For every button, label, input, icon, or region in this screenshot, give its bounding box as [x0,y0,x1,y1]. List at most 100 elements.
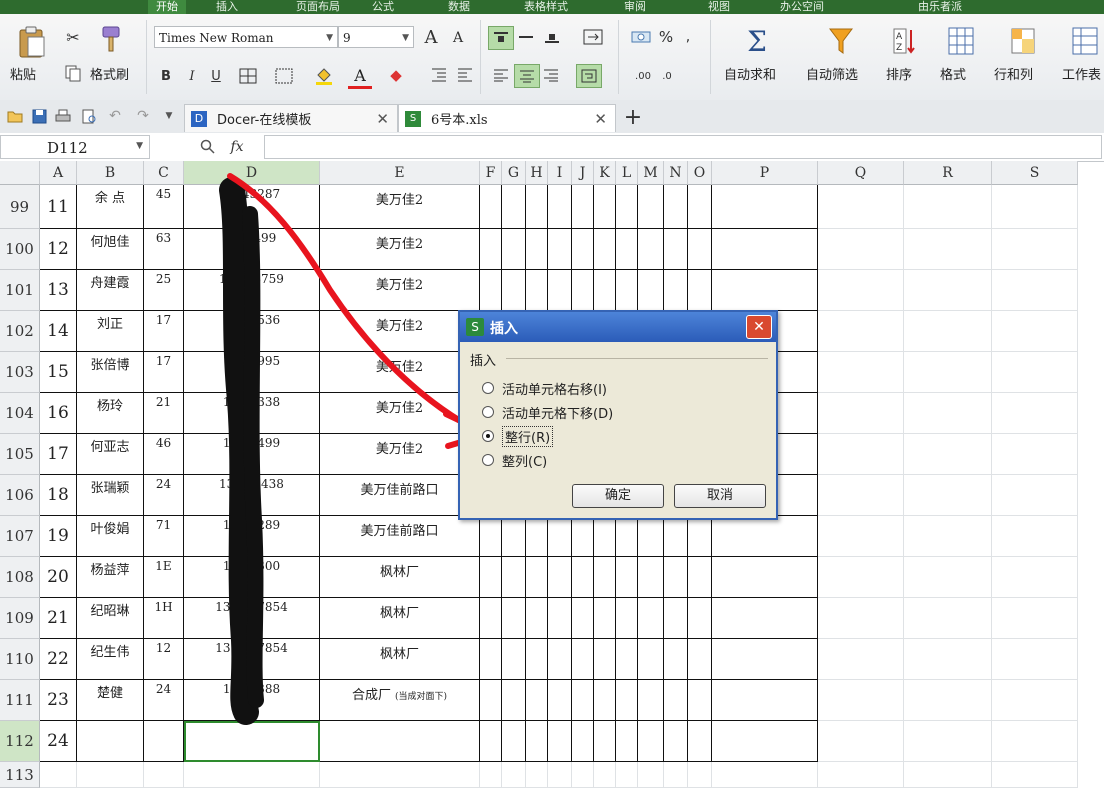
cell-D107[interactable]: 136 2289 [184,516,320,557]
sort-label[interactable]: 排序 [886,64,912,83]
cell-J108[interactable] [572,557,594,598]
cell-Q107[interactable] [818,516,904,557]
cell-D100[interactable]: 13 5499 [184,229,320,270]
radio-button[interactable] [482,454,494,466]
cell-B112[interactable] [77,721,144,762]
cell-F107[interactable] [480,516,502,557]
cell-L110[interactable] [616,639,638,680]
cell-B107[interactable]: 叶俊娟 [77,516,144,557]
fx-button[interactable]: fx [224,137,250,157]
cell-C111[interactable]: 24 [144,680,184,721]
cell-G100[interactable] [502,229,526,270]
cell-S106[interactable] [992,475,1078,516]
worksheet-label[interactable]: 工作表 [1062,64,1101,83]
cell-C106[interactable]: 24 [144,475,184,516]
cell-R107[interactable] [904,516,992,557]
cell-F108[interactable] [480,557,502,598]
cell-N112[interactable] [664,721,688,762]
increase-indent-icon[interactable] [456,66,474,84]
paste-label[interactable]: 粘贴 [10,64,36,83]
cell-E109[interactable]: 枫林厂 [320,598,480,639]
user-label[interactable]: 由乐者派 [918,0,962,14]
cell-R105[interactable] [904,434,992,475]
cell-M100[interactable] [638,229,664,270]
row-header[interactable]: 99 [0,185,40,229]
merge-center-icon[interactable] [576,26,610,48]
cell-E112[interactable] [320,721,480,762]
cell-A113[interactable] [40,762,77,788]
cell-I110[interactable] [548,639,572,680]
cell-Q111[interactable] [818,680,904,721]
column-header-M[interactable]: M [638,161,664,185]
cell-L111[interactable] [616,680,638,721]
insert-option[interactable]: 整行(R) [482,425,554,447]
cell-C105[interactable]: 46 [144,434,184,475]
print-preview-icon[interactable] [80,107,98,125]
align-right-icon[interactable] [540,64,562,86]
column-header-O[interactable]: O [688,161,712,185]
cell-R111[interactable] [904,680,992,721]
cell-A112[interactable]: 24 [40,721,77,762]
cell-R101[interactable] [904,270,992,311]
cell-K109[interactable] [594,598,616,639]
cell-M107[interactable] [638,516,664,557]
cell-D110[interactable]: 1355 37854 [184,639,320,680]
comma-style-icon[interactable]: , [680,26,696,48]
cell-D99[interactable]: 15 43287 [184,185,320,229]
cell-P113[interactable] [712,762,818,788]
cell-C107[interactable]: 71 [144,516,184,557]
decrease-decimal-icon[interactable]: .0 [656,66,678,86]
cell-L113[interactable] [616,762,638,788]
merge-cells-icon[interactable] [270,66,298,86]
cell-L107[interactable] [616,516,638,557]
cell-E107[interactable]: 美万佳前路口 [320,516,480,557]
cell-B101[interactable]: 舟建霞 [77,270,144,311]
column-header-K[interactable]: K [594,161,616,185]
cell-C103[interactable]: 17 [144,352,184,393]
menu-tab-insert[interactable]: 插入 [216,0,238,14]
menu-tab-home[interactable]: 开始 [148,0,186,14]
undo-icon[interactable]: ↶ [106,107,124,125]
cell-K101[interactable] [594,270,616,311]
cell-L108[interactable] [616,557,638,598]
paste-icon[interactable] [14,24,50,60]
column-header-S[interactable]: S [992,161,1078,185]
cell-E113[interactable] [320,762,480,788]
cell-I112[interactable] [548,721,572,762]
format-icon[interactable] [946,24,976,58]
cell-C112[interactable] [144,721,184,762]
cell-J107[interactable] [572,516,594,557]
row-header[interactable]: 110 [0,639,40,680]
cell-G99[interactable] [502,185,526,229]
cell-R106[interactable] [904,475,992,516]
format-painter-icon[interactable] [98,24,126,54]
cell-K111[interactable] [594,680,616,721]
menu-tab-page-layout[interactable]: 页面布局 [296,0,340,14]
cell-D108[interactable]: 135 9300 [184,557,320,598]
cell-M99[interactable] [638,185,664,229]
column-header-B[interactable]: B [77,161,144,185]
column-header-D[interactable]: D [184,161,320,185]
cell-S108[interactable] [992,557,1078,598]
cell-D106[interactable]: 138 14438 [184,475,320,516]
cell-I107[interactable] [548,516,572,557]
cell-B102[interactable]: 刘正 [77,311,144,352]
cell-I108[interactable] [548,557,572,598]
cell-M110[interactable] [638,639,664,680]
cell-I99[interactable] [548,185,572,229]
cell-P111[interactable] [712,680,818,721]
cell-B113[interactable] [77,762,144,788]
cell-N108[interactable] [664,557,688,598]
cell-Q112[interactable] [818,721,904,762]
cell-B106[interactable]: 张瑞颖 [77,475,144,516]
cell-O110[interactable] [688,639,712,680]
cell-O100[interactable] [688,229,712,270]
cell-P99[interactable] [712,185,818,229]
cell-Q110[interactable] [818,639,904,680]
cell-A101[interactable]: 13 [40,270,77,311]
cell-E100[interactable]: 美万佳2 [320,229,480,270]
cell-S104[interactable] [992,393,1078,434]
cell-M108[interactable] [638,557,664,598]
cell-J99[interactable] [572,185,594,229]
cell-D102[interactable]: 13 59536 [184,311,320,352]
